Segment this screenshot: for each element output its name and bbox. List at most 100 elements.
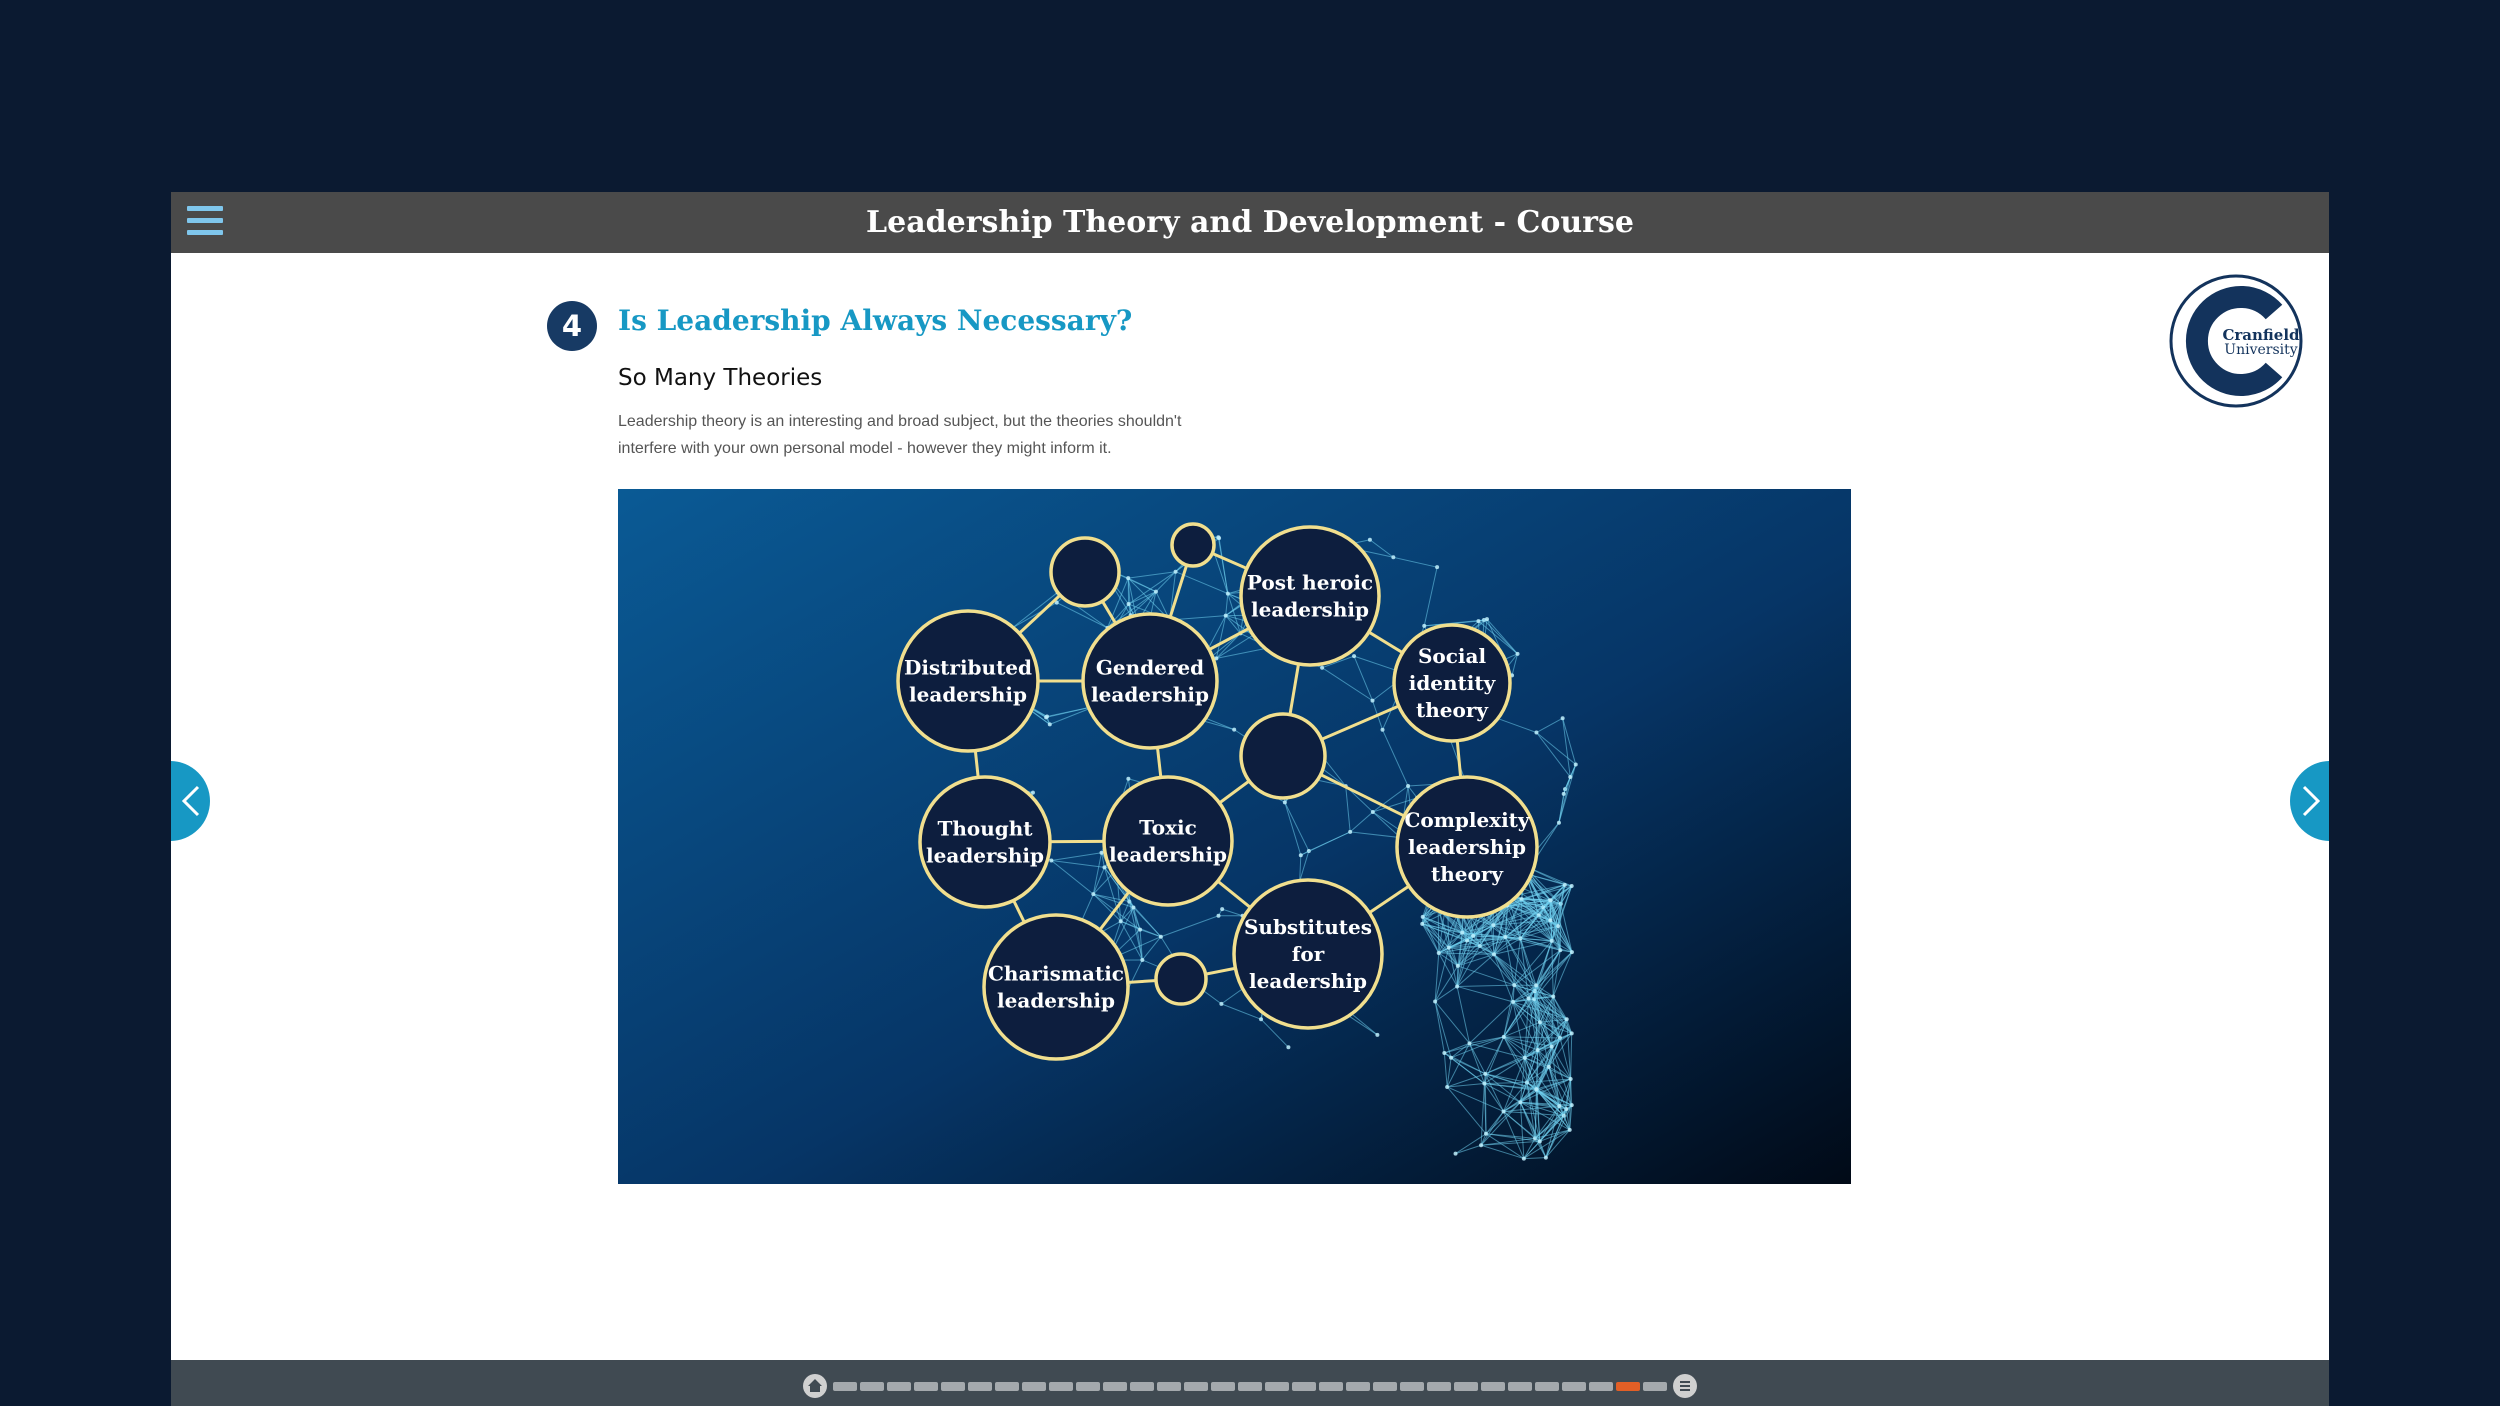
intro-line-2: interfere with your own personal model -… (618, 440, 1112, 457)
list-icon[interactable] (1673, 1374, 1697, 1398)
mesh-point (1232, 727, 1237, 732)
mesh-point (1352, 654, 1357, 659)
mesh-point (1569, 883, 1574, 888)
progress-segment[interactable] (1130, 1382, 1154, 1391)
progress-segment[interactable] (1265, 1382, 1289, 1391)
mesh-point (1286, 1045, 1291, 1050)
progress-segment[interactable] (995, 1382, 1019, 1391)
progress-segment[interactable] (1103, 1382, 1127, 1391)
mesh-point (1557, 1104, 1562, 1109)
diagram-node (918, 775, 1052, 909)
progress-bar (171, 1360, 2329, 1406)
mesh-point (1501, 1034, 1506, 1039)
previous-page-button[interactable] (171, 761, 210, 841)
progress-segment[interactable] (1589, 1382, 1613, 1391)
progress-segment[interactable] (941, 1382, 965, 1391)
mesh-point (1484, 617, 1489, 622)
mesh-point (1225, 591, 1230, 596)
progress-segment[interactable] (1400, 1382, 1424, 1391)
progress-segment[interactable] (1292, 1382, 1316, 1391)
diagram-node-label: for (1292, 942, 1325, 966)
progress-segment[interactable] (1346, 1382, 1370, 1391)
mesh-point (1436, 950, 1441, 955)
mesh-point (1476, 619, 1481, 624)
mesh-point (1173, 569, 1178, 574)
progress-segment[interactable] (1454, 1382, 1478, 1391)
progress-segment[interactable] (1049, 1382, 1073, 1391)
mesh-point (1138, 927, 1143, 932)
cranfield-logo: Cranfield University (2169, 274, 2303, 408)
mesh-point (1564, 1017, 1569, 1022)
diagram-empty-node (1170, 522, 1216, 568)
mesh-point (1479, 1143, 1484, 1148)
mesh-point (1420, 914, 1425, 919)
diagram-node-label: leadership (1249, 969, 1367, 993)
mesh-point (1449, 1055, 1454, 1060)
mesh-point (1573, 762, 1578, 767)
progress-segment[interactable] (887, 1382, 911, 1391)
progress-segment[interactable] (1508, 1382, 1532, 1391)
mesh-point (1422, 623, 1427, 628)
mesh-point (1569, 1031, 1574, 1036)
mesh-point (1567, 1127, 1572, 1132)
progress-segment[interactable] (1562, 1382, 1586, 1391)
top-bar: Leadership Theory and Development - Cour… (171, 192, 2329, 253)
mesh-point (1118, 919, 1123, 924)
progress-segment[interactable] (1184, 1382, 1208, 1391)
page-title: Is Leadership Always Necessary? (618, 304, 1133, 337)
mesh-point (1534, 730, 1539, 735)
progress-segment[interactable] (1076, 1382, 1100, 1391)
mesh-point (1483, 1071, 1488, 1076)
page-subtitle: So Many Theories (618, 365, 823, 391)
mesh-point (1131, 905, 1136, 910)
progress-segment[interactable] (1481, 1382, 1505, 1391)
progress-segment[interactable] (860, 1382, 884, 1391)
leadership-theories-diagram: Distributed leadership Gendered leadership P… (618, 489, 1851, 1184)
progress-segment[interactable] (1211, 1382, 1235, 1391)
mesh-point (1521, 1156, 1526, 1161)
progress-segment[interactable] (833, 1382, 857, 1391)
mesh-point (1420, 921, 1425, 926)
mesh-point (1503, 935, 1508, 940)
progress-segment-current[interactable] (1616, 1382, 1640, 1391)
progress-segment[interactable] (1427, 1382, 1451, 1391)
mesh-point (1220, 907, 1225, 912)
diagram-node-label: Distributed (904, 656, 1032, 680)
mesh-line (1456, 965, 1459, 987)
progress-segment[interactable] (1373, 1382, 1397, 1391)
next-page-button[interactable] (2290, 761, 2329, 841)
progress-segment[interactable] (968, 1382, 992, 1391)
progress-segment[interactable] (914, 1382, 938, 1391)
mesh-point (1551, 994, 1556, 999)
diagram-node-label: leadership (1109, 843, 1227, 867)
mesh-point (1455, 963, 1460, 968)
mesh-point (1099, 850, 1104, 855)
diagram-node-label: Thought (937, 817, 1033, 841)
chevron-left-icon (181, 785, 200, 817)
course-window: Leadership Theory and Development - Cour… (171, 192, 2329, 1406)
home-icon[interactable] (803, 1374, 827, 1398)
diagram-node (1102, 775, 1234, 907)
mesh-point (1375, 1032, 1380, 1037)
mesh-point (1282, 800, 1287, 805)
progress-segment[interactable] (1643, 1382, 1667, 1391)
diagram-node-label: leadership (926, 844, 1044, 868)
mesh-point (1512, 983, 1517, 988)
mesh-point (1259, 1017, 1264, 1022)
mesh-point (1548, 918, 1553, 923)
mesh-point (1526, 996, 1531, 1001)
mesh-point (1158, 934, 1163, 939)
mesh-point (1126, 776, 1131, 781)
progress-segment[interactable] (1157, 1382, 1181, 1391)
progress-segment[interactable] (1238, 1382, 1262, 1391)
step-number-badge: 4 (547, 301, 597, 351)
progress-segment[interactable] (1022, 1382, 1046, 1391)
mesh-point (1216, 535, 1221, 540)
diagram-node (982, 913, 1130, 1061)
mesh-point (1049, 858, 1054, 863)
mesh-point (1561, 791, 1566, 796)
progress-segment[interactable] (1535, 1382, 1559, 1391)
mesh-point (1548, 898, 1553, 903)
progress-segment[interactable] (1319, 1382, 1343, 1391)
diagram-canvas: Distributed leadership Gendered leadership P… (618, 489, 1851, 1184)
